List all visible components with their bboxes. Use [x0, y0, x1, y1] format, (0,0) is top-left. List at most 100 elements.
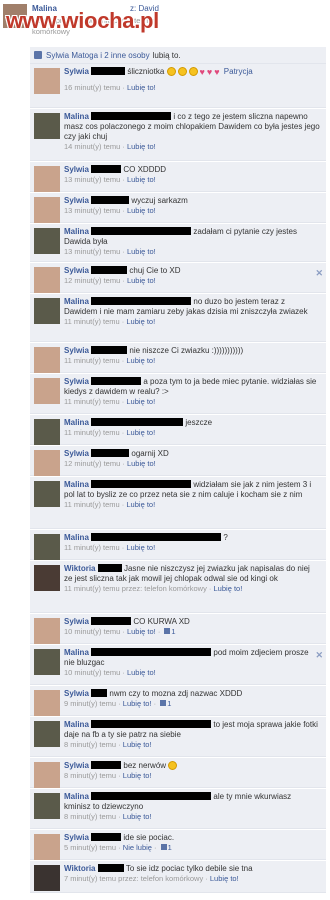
mention-link[interactable]: Patrycja	[224, 67, 253, 76]
avatar[interactable]	[34, 378, 60, 404]
like-link[interactable]: Lubię to!	[210, 874, 239, 883]
comment-time[interactable]: 13 minut(y) temu	[64, 175, 120, 184]
avatar[interactable]	[34, 762, 60, 788]
like-link[interactable]: Lubię to!	[127, 276, 156, 285]
like-link[interactable]: Lubię to!	[127, 142, 156, 151]
avatar[interactable]	[34, 793, 60, 819]
avatar[interactable]	[34, 865, 60, 891]
like-link[interactable]: Lubię to!	[127, 459, 156, 468]
redaction	[91, 533, 222, 541]
likers-link[interactable]: Sylwia Matoga i 2 inne osoby	[46, 51, 150, 60]
comment-time[interactable]: 13 minut(y) temu	[64, 247, 120, 256]
comment-time[interactable]: 11 minut(y) temu	[64, 317, 120, 326]
avatar[interactable]	[34, 347, 60, 373]
thumbs-up-icon	[160, 700, 167, 706]
like-link[interactable]: Lubię to!	[126, 543, 155, 552]
like-link[interactable]: Lubię to!	[126, 428, 155, 437]
avatar[interactable]	[34, 834, 60, 860]
comment-author[interactable]: Sylwia	[64, 761, 89, 770]
avatar[interactable]	[34, 197, 60, 223]
avatar[interactable]	[34, 298, 60, 324]
comment-time[interactable]: 8 minut(y) temu	[64, 812, 116, 821]
like-link[interactable]: Lubię to!	[127, 175, 156, 184]
comment-author[interactable]: Malina	[64, 792, 89, 801]
unlike-link[interactable]: Nie lubię	[123, 843, 152, 852]
comment-time[interactable]: 11 minut(y) temu	[64, 543, 120, 552]
comment-time[interactable]: 8 minut(y) temu	[64, 740, 116, 749]
avatar[interactable]	[34, 618, 60, 644]
comment-author[interactable]: Malina	[64, 648, 89, 657]
comment-time[interactable]: 11 minut(y) temu	[64, 500, 120, 509]
close-icon[interactable]: ✕	[315, 650, 323, 661]
avatar[interactable]	[34, 565, 60, 591]
like-link[interactable]: Lubię to!	[126, 397, 155, 406]
comment-author[interactable]: Wiktoria	[64, 564, 96, 573]
comment-time[interactable]: 11 minut(y) temu	[64, 428, 120, 437]
comment-author[interactable]: Sylwia	[64, 449, 89, 458]
comment-author[interactable]: Malina	[64, 418, 89, 427]
like-link[interactable]: Lubię to!	[123, 771, 152, 780]
avatar[interactable]	[34, 721, 60, 747]
comment-author[interactable]: Malina	[64, 112, 89, 121]
avatar[interactable]	[34, 113, 60, 139]
comment-author[interactable]: Sylwia	[64, 165, 89, 174]
avatar[interactable]	[34, 228, 60, 254]
like-link[interactable]: Lubię to!	[123, 812, 152, 821]
comment-time[interactable]: 10 minut(y) temu	[64, 668, 120, 677]
comment-time[interactable]: 11 minut(y) temu przez: telefon komórkow…	[64, 584, 207, 593]
comment-time[interactable]: 14 minut(y) temu	[64, 142, 120, 151]
like-link[interactable]: Lubię to!	[126, 317, 155, 326]
comment-author[interactable]: Malina	[64, 533, 89, 542]
comment-author[interactable]: Sylwia	[64, 346, 89, 355]
like-link[interactable]: Lubię to!	[126, 356, 155, 365]
comment: Wiktoria To sie idz pociac tylko debile …	[30, 861, 326, 893]
comment-time[interactable]: 11 minut(y) temu	[64, 397, 120, 406]
avatar[interactable]	[34, 68, 60, 94]
close-icon[interactable]: ✕	[315, 268, 323, 279]
comment-time[interactable]: 5 minut(y) temu	[64, 843, 116, 852]
like-link[interactable]: Lubię to!	[123, 699, 152, 708]
comment-time[interactable]: 12 minut(y) temu	[64, 459, 120, 468]
comment-author[interactable]: Sylwia	[64, 377, 89, 386]
comment-time[interactable]: 7 minut(y) temu przez: telefon komórkowy	[64, 874, 203, 883]
avatar[interactable]	[34, 267, 60, 293]
comment-author[interactable]: Malina	[64, 480, 89, 489]
avatar[interactable]	[34, 690, 60, 716]
like-link[interactable]: Lubię to!	[127, 247, 156, 256]
comment-time[interactable]: 10 minut(y) temu	[64, 627, 120, 636]
like-link[interactable]: Lubię to!	[127, 83, 156, 92]
comment-time[interactable]: 8 minut(y) temu	[64, 771, 116, 780]
like-count[interactable]: 1	[168, 843, 172, 852]
like-link[interactable]: Lubię to!	[214, 584, 243, 593]
avatar[interactable]	[34, 481, 60, 507]
comment-time[interactable]: 12 minut(y) temu	[64, 276, 120, 285]
comment-author[interactable]: Sylwia	[64, 67, 89, 76]
comment-author[interactable]: Sylwia	[64, 617, 89, 626]
comment-time[interactable]: 13 minut(y) temu	[64, 206, 120, 215]
avatar[interactable]	[34, 649, 60, 675]
like-link[interactable]: Lubię to!	[123, 740, 152, 749]
avatar[interactable]	[34, 419, 60, 445]
avatar[interactable]	[34, 450, 60, 476]
like-link[interactable]: Lubię to!	[126, 500, 155, 509]
comment-author[interactable]: Sylwia	[64, 266, 89, 275]
like-link[interactable]: Lubię to!	[127, 206, 156, 215]
comment-time[interactable]: 11 minut(y) temu	[64, 356, 120, 365]
comment-author[interactable]: Wiktoria	[64, 864, 96, 873]
like-link[interactable]: Lubię to!	[127, 668, 156, 677]
like-count[interactable]: 1	[171, 627, 175, 636]
comment-time[interactable]: 9 minut(y) temu	[64, 699, 116, 708]
comment-author[interactable]: Malina	[64, 720, 89, 729]
avatar[interactable]	[34, 534, 60, 560]
comment-author[interactable]: Malina	[64, 227, 89, 236]
comment-author[interactable]: Sylwia	[64, 833, 89, 842]
like-count[interactable]: 1	[167, 699, 171, 708]
comment-author[interactable]: Malina	[64, 297, 89, 306]
comment-author[interactable]: Sylwia	[64, 196, 89, 205]
comment-time[interactable]: 16 minut(y) temu	[64, 83, 120, 92]
comment-text: To sie idz pociac tylko debile sie tna	[125, 864, 253, 873]
avatar[interactable]	[34, 166, 60, 192]
comment-author[interactable]: Sylwia	[64, 689, 89, 698]
redaction	[97, 564, 122, 572]
like-link[interactable]: Lubię to!	[127, 627, 156, 636]
